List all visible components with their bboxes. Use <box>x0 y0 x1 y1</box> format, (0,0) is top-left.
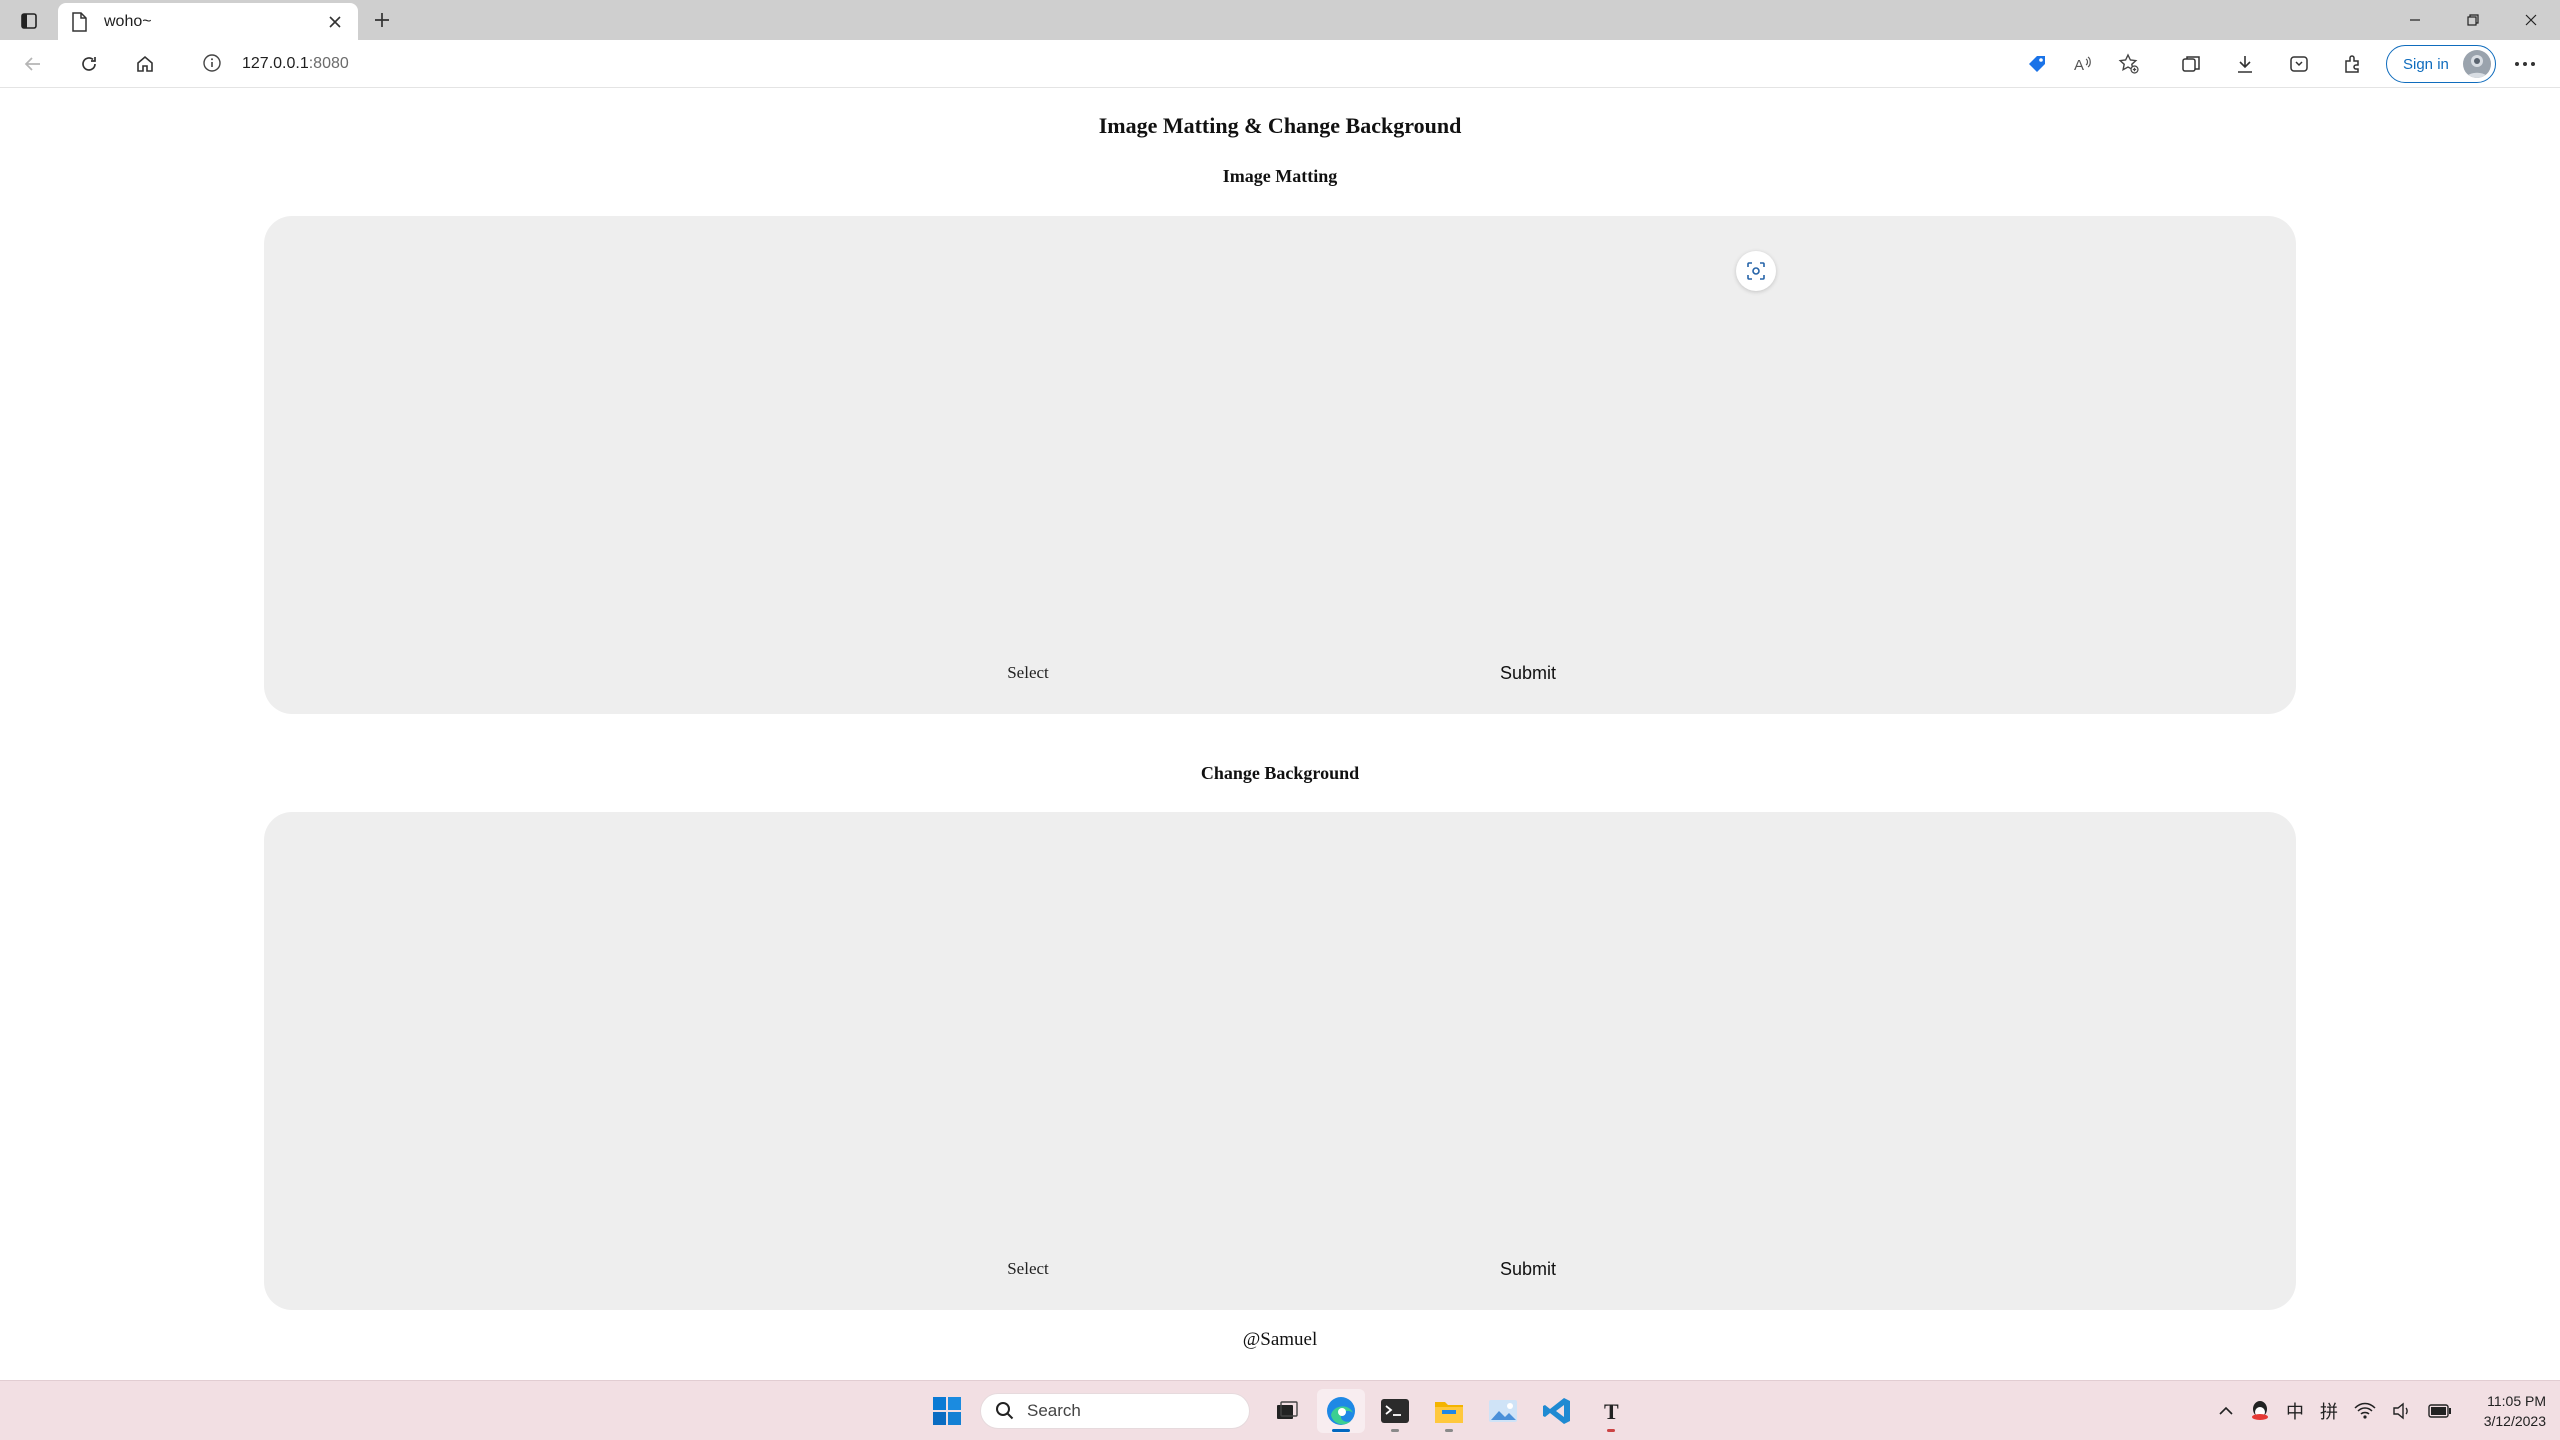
browser-tab[interactable]: woho~ <box>58 3 358 40</box>
task-view-icon[interactable] <box>1263 1389 1311 1433</box>
browser-toolbar: 127.0.0.1:8080 A Sign in <box>0 40 2560 88</box>
taskbar: Search T 中 拼 11:05 PM 3/12/2023 <box>0 1380 2560 1440</box>
url-text[interactable]: 127.0.0.1:8080 <box>242 55 349 73</box>
select-button[interactable]: Select <box>970 656 1086 690</box>
image-matting-panel[interactable]: Select Submit <box>264 216 2296 714</box>
close-icon[interactable] <box>324 11 346 33</box>
info-icon[interactable] <box>202 53 224 75</box>
photos-app-icon[interactable] <box>1479 1389 1527 1433</box>
submit-button[interactable]: Submit <box>1470 1252 1586 1286</box>
running-indicator <box>1445 1429 1453 1432</box>
window-controls <box>2386 0 2560 40</box>
more-options-icon[interactable] <box>2508 47 2542 81</box>
page-title: Image Matting & Change Background <box>1098 113 1462 138</box>
select-button[interactable]: Select <box>970 1252 1086 1286</box>
back-button[interactable] <box>16 47 50 81</box>
download-icon[interactable] <box>2228 47 2262 81</box>
sign-in-label: Sign in <box>2403 55 2449 73</box>
clock-time: 11:05 PM <box>2487 1393 2546 1409</box>
browser-tab-strip: woho~ <box>0 0 2560 40</box>
active-indicator <box>1332 1429 1350 1432</box>
file-explorer-icon[interactable] <box>1425 1389 1473 1433</box>
terminal-icon[interactable] <box>1371 1389 1419 1433</box>
tab-title: woho~ <box>104 12 152 30</box>
section-title-image-matting: Image Matting <box>1222 166 1338 186</box>
ime-mode[interactable]: 拼 <box>2312 1393 2346 1429</box>
new-tab-button[interactable] <box>366 4 398 36</box>
url-port: :8080 <box>308 55 349 72</box>
minimize-button[interactable] <box>2386 0 2444 40</box>
running-indicator <box>1607 1429 1615 1432</box>
typora-icon[interactable]: T <box>1587 1389 1635 1433</box>
svg-text:T: T <box>1604 1399 1619 1424</box>
search-icon <box>995 1401 1015 1421</box>
volume-icon[interactable] <box>2384 1393 2420 1429</box>
page-content: Image Matting & Change Background Image … <box>0 89 2560 1379</box>
refresh-button[interactable] <box>72 47 106 81</box>
address-bar[interactable]: 127.0.0.1:8080 <box>186 46 2046 82</box>
capture-icon[interactable] <box>1736 251 1776 291</box>
start-button[interactable] <box>923 1389 971 1433</box>
chevron-up-icon[interactable] <box>2210 1393 2242 1429</box>
ime-language[interactable]: 中 <box>2278 1393 2312 1429</box>
clock-date: 3/12/2023 <box>2483 1413 2546 1429</box>
url-host: 127.0.0.1 <box>242 55 309 72</box>
tab-actions-icon[interactable] <box>14 6 44 36</box>
battery-icon[interactable] <box>2420 1393 2460 1429</box>
home-button[interactable] <box>128 47 162 81</box>
running-indicator <box>1391 1429 1399 1432</box>
clock[interactable]: 11:05 PM 3/12/2023 <box>2460 1391 2560 1431</box>
system-tray: 中 拼 11:05 PM 3/12/2023 <box>2210 1381 2560 1440</box>
taskbar-search[interactable]: Search <box>980 1393 1250 1429</box>
extensions-icon[interactable] <box>2336 47 2370 81</box>
read-aloud-icon[interactable]: A <box>2066 47 2100 81</box>
wifi-icon[interactable] <box>2346 1393 2384 1429</box>
shopping-tag-icon[interactable] <box>2020 47 2054 81</box>
svg-text:A: A <box>2074 57 2084 74</box>
screenshot-icon[interactable] <box>2282 47 2316 81</box>
collections-icon[interactable] <box>2174 47 2208 81</box>
section-title-change-background: Change Background <box>1200 763 1360 783</box>
submit-button[interactable]: Submit <box>1470 656 1586 690</box>
sign-in-button[interactable]: Sign in <box>2386 45 2496 83</box>
avatar <box>2463 50 2491 78</box>
change-background-panel[interactable]: Select Submit <box>264 812 2296 1310</box>
qq-icon[interactable] <box>2242 1393 2278 1429</box>
footer-credit: @Samuel <box>1242 1329 1318 1350</box>
search-label: Search <box>1027 1401 1081 1420</box>
vscode-icon[interactable] <box>1533 1389 1581 1433</box>
add-favorite-icon[interactable] <box>2112 47 2146 81</box>
restore-button[interactable] <box>2444 0 2502 40</box>
edge-browser-icon[interactable] <box>1317 1389 1365 1433</box>
close-window-button[interactable] <box>2502 0 2560 40</box>
page-icon <box>70 11 90 32</box>
